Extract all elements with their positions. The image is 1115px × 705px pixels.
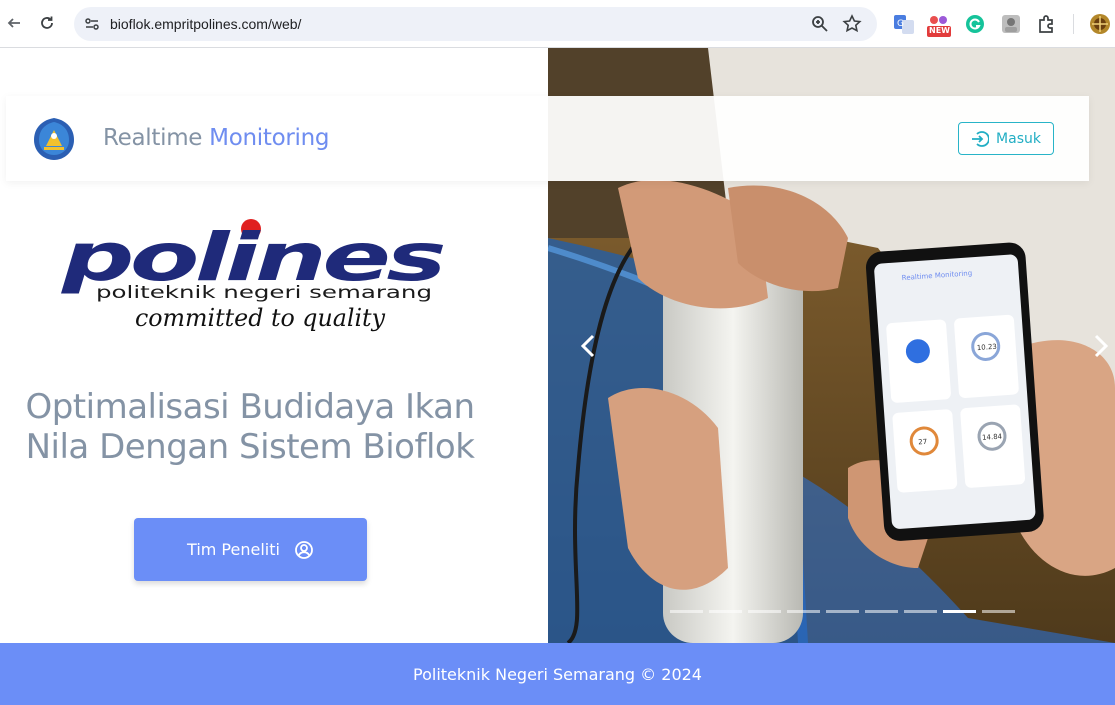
bookmark-star-icon[interactable]	[842, 14, 862, 34]
svg-text:G: G	[897, 19, 904, 29]
polines-logo: polines politeknik negeri semarang commi…	[60, 218, 446, 336]
sign-in-icon	[972, 130, 990, 147]
carousel-indicator[interactable]	[670, 610, 703, 613]
login-button[interactable]: Masuk	[958, 122, 1054, 155]
reload-icon[interactable]	[33, 9, 61, 37]
toolbar-divider	[1073, 14, 1074, 34]
carousel-indicator[interactable]	[709, 610, 742, 613]
browser-toolbar: bioflok.empritpolines.com/web/ G NEW	[0, 0, 1115, 48]
team-researchers-button[interactable]: Tim Peneliti	[134, 518, 367, 581]
chevron-right-icon	[1094, 334, 1109, 358]
svg-text:27: 27	[918, 438, 927, 447]
new-badge: NEW	[929, 26, 950, 35]
back-icon[interactable]	[0, 9, 28, 37]
carousel-indicator[interactable]	[787, 610, 820, 613]
carousel-indicator[interactable]	[748, 610, 781, 613]
svg-text:14.84: 14.84	[982, 432, 1003, 441]
brand-title-part2: Monitoring	[209, 125, 330, 151]
carousel-indicator[interactable]	[826, 610, 859, 613]
site-info-icon[interactable]	[82, 14, 102, 34]
polines-tagline: committed to quality	[135, 304, 385, 332]
chevron-left-icon	[580, 334, 595, 358]
polines-subtitle: politeknik negeri semarang	[96, 283, 432, 303]
carousel-next-button[interactable]	[1087, 326, 1115, 366]
brand-title-part1: Realtime	[103, 125, 210, 151]
grammarly-icon[interactable]	[964, 13, 986, 35]
carousel-indicator[interactable]	[904, 610, 937, 613]
url-text[interactable]: bioflok.empritpolines.com/web/	[110, 16, 301, 32]
zoom-icon[interactable]	[810, 14, 830, 34]
new-extension-icon[interactable]: NEW	[926, 12, 952, 37]
carousel-indicator[interactable]	[943, 610, 976, 613]
login-button-label: Masuk	[996, 130, 1041, 147]
hero-headline-line2: Nila Dengan Sistem Bioflok	[25, 427, 475, 467]
user-circle-icon	[295, 540, 313, 559]
translate-icon[interactable]: G	[893, 13, 915, 35]
kemdikbud-logo[interactable]	[32, 116, 76, 162]
carousel-indicator[interactable]	[982, 610, 1015, 613]
brand-title[interactable]: Realtime Monitoring	[103, 125, 329, 151]
carousel-prev-button[interactable]	[574, 326, 602, 366]
carousel-indicator[interactable]	[865, 610, 898, 613]
hero-headline-line1: Optimalisasi Budidaya Ikan	[25, 387, 475, 427]
address-bar[interactable]: bioflok.empritpolines.com/web/	[74, 7, 877, 41]
profile-extension-icon[interactable]	[1000, 13, 1022, 35]
extensions-puzzle-icon[interactable]	[1036, 13, 1058, 35]
hero-headline: Optimalisasi Budidaya Ikan Nila Dengan S…	[0, 387, 500, 467]
footer-copyright: Politeknik Negeri Semarang © 2024	[413, 664, 702, 684]
page-footer: Politeknik Negeri Semarang © 2024	[0, 643, 1115, 705]
avatar-icon[interactable]	[1089, 13, 1111, 35]
svg-text:10.23: 10.23	[977, 343, 998, 352]
carousel-indicators	[670, 610, 1015, 613]
top-navbar: Realtime Monitoring Masuk	[6, 96, 1089, 181]
team-button-label: Tim Peneliti	[187, 540, 280, 559]
